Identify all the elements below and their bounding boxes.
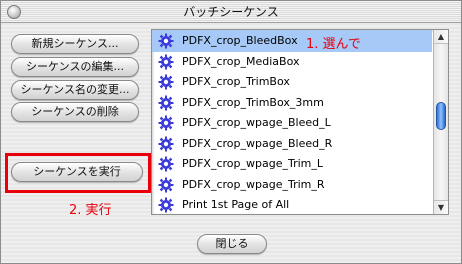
sequence-list-item[interactable]: PDFX_crop_MediaBox (152, 51, 432, 73)
gear-icon (158, 197, 174, 213)
batch-sequence-dialog: バッチシーケンス 新規シーケンス... シーケンスの編集... シーケンス名の変… (0, 0, 462, 264)
sequence-list[interactable]: PDFX_crop_BleedBox PDFX_crop_MediaBox PDFX… (151, 29, 449, 215)
sequence-name: PDFX_crop_wpage_Trim_L (182, 157, 324, 170)
gear-icon (158, 156, 174, 172)
gear-icon (158, 177, 174, 193)
sequence-list-item[interactable]: PDFX_crop_wpage_Trim_L (152, 153, 432, 175)
sequence-name: PDFX_crop_MediaBox (182, 54, 300, 68)
annotation-step-2: 2. 実行 (69, 203, 112, 218)
gear-icon (158, 33, 174, 49)
sequence-list-item[interactable]: PDFX_crop_wpage_Bleed_L (152, 112, 432, 134)
sequence-list-item[interactable]: PDFX_crop_wpage_Bleed_R (152, 133, 432, 155)
close-button[interactable]: 閉じる (197, 234, 267, 254)
sequence-name: PDFX_crop_wpage_Bleed_L (182, 116, 331, 129)
annotation-step-1: 1. 選んで (306, 37, 361, 52)
title-bar: バッチシーケンス (1, 1, 461, 23)
edit-sequence-button[interactable]: シーケンスの編集... (11, 57, 139, 77)
gear-icon (158, 115, 174, 131)
sequence-list-item[interactable]: Print 1st Page of All (152, 194, 432, 214)
list-scrollbar[interactable]: ▲ ▼ (433, 30, 448, 214)
sequence-list-item[interactable]: PDFX_crop_wpage_Trim_R (152, 174, 432, 196)
sequence-list-item[interactable]: PDFX_crop_TrimBox_3mm (152, 92, 432, 114)
gear-icon (158, 54, 174, 70)
rename-sequence-button[interactable]: シーケンス名の変更... (11, 80, 139, 100)
gear-icon (158, 136, 174, 152)
sequence-name: PDFX_crop_wpage_Trim_R (182, 177, 325, 191)
run-sequence-button[interactable]: シーケンスを実行 (11, 162, 143, 182)
scroll-up-arrow-icon[interactable]: ▲ (434, 30, 448, 44)
sequence-name: PDFX_crop_TrimBox_3mm (182, 95, 324, 109)
sequence-list-item[interactable]: PDFX_crop_BleedBox (152, 30, 432, 52)
close-window-button[interactable] (7, 5, 21, 19)
sequence-list-item[interactable]: PDFX_crop_TrimBox (152, 71, 432, 93)
sequence-name: PDFX_crop_BleedBox (182, 34, 298, 47)
sequence-name: Print 1st Page of All (182, 198, 290, 211)
window-title: バッチシーケンス (183, 5, 279, 19)
gear-icon (158, 95, 174, 111)
scroll-thumb[interactable] (436, 102, 446, 130)
gear-icon (158, 74, 174, 90)
new-sequence-button[interactable]: 新規シーケンス... (11, 34, 139, 54)
scroll-down-arrow-icon[interactable]: ▼ (434, 200, 448, 214)
sequence-name: PDFX_crop_wpage_Bleed_R (182, 136, 333, 150)
delete-sequence-button[interactable]: シーケンスの削除 (11, 102, 139, 122)
sequence-name: PDFX_crop_TrimBox (182, 75, 290, 88)
